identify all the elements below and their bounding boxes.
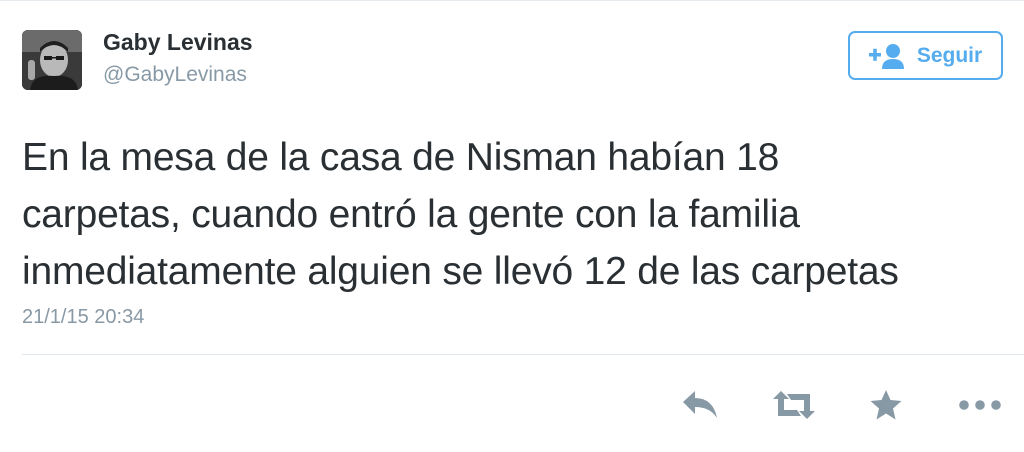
tweet-header: Gaby Levinas @GabyLevinas xyxy=(22,29,253,91)
tweet-card: Gaby Levinas @GabyLevinas Seguir En la m… xyxy=(0,0,1024,452)
ellipsis-icon xyxy=(959,400,1001,410)
star-icon xyxy=(870,390,902,420)
screen-name[interactable]: @GabyLevinas xyxy=(103,61,253,89)
follow-button[interactable]: Seguir xyxy=(848,31,1003,80)
tweet-timestamp[interactable]: 21/1/15 20:34 xyxy=(22,306,144,329)
divider xyxy=(22,354,1024,355)
display-name[interactable]: Gaby Levinas xyxy=(103,27,253,57)
user-names: Gaby Levinas @GabyLevinas xyxy=(103,27,253,89)
avatar[interactable] xyxy=(22,30,82,90)
reply-button[interactable] xyxy=(676,384,724,426)
reply-arrow-icon xyxy=(683,391,717,418)
follow-button-label: Seguir xyxy=(916,43,983,67)
follow-person-plus-icon xyxy=(868,43,904,69)
tweet-actions xyxy=(0,384,1024,426)
retweet-button[interactable] xyxy=(768,384,820,426)
tweet-text: En la mesa de la casa de Nisman habían 1… xyxy=(22,136,899,293)
avatar-photo xyxy=(22,30,82,90)
more-button[interactable] xyxy=(956,384,1004,426)
retweet-icon xyxy=(773,391,815,419)
favorite-button[interactable] xyxy=(864,384,908,426)
